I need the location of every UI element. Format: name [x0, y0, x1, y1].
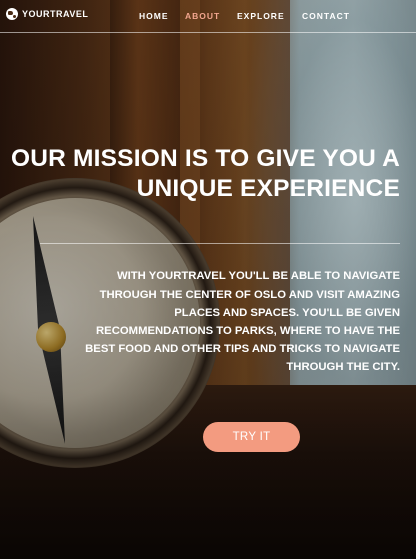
hero-title: OUR MISSION IS TO GIVE YOU A UNIQUE EXPE…: [10, 144, 400, 204]
hero-title-line: OUR MISSION IS TO GIVE YOU A: [10, 145, 400, 173]
body-text-segment: THROUGH THE CENTER OF OSLO AND VISIT AMA…: [99, 288, 400, 301]
divider: [40, 243, 400, 244]
body-text-segment: BEST FOOD AND OTHER TIPS AND TRICKS TO N…: [85, 343, 400, 356]
top-navigation: YOURTRAVEL HOME ABOUT EXPLORE CONTACT: [0, 0, 416, 33]
nav-link-home[interactable]: HOME: [139, 11, 169, 21]
mission-description: WITH YOURTRAVEL YOU'LL BE ABLE TO NAVIGA…: [55, 267, 400, 376]
nav-link-about[interactable]: ABOUT: [185, 11, 220, 21]
globe-icon: [6, 8, 18, 20]
brand-mention: YOURTRAVEL: [148, 270, 226, 283]
body-text-segment: YOU'LL BE ABLE TO NAVIGATE: [225, 270, 400, 283]
body-text-segment: THROUGH THE CITY.: [286, 361, 400, 374]
nav-link-contact[interactable]: CONTACT: [302, 11, 350, 21]
body-text-segment: WITH: [116, 270, 149, 283]
brand-logo[interactable]: YOURTRAVEL: [6, 8, 88, 20]
nav-link-explore[interactable]: EXPLORE: [237, 11, 285, 21]
body-text-segment: PLACES AND SPACES. YOU'LL BE GIVEN: [174, 306, 400, 319]
brand-name: YOURTRAVEL: [22, 9, 89, 19]
try-it-button[interactable]: TRY IT: [203, 422, 300, 452]
body-text-segment: RECOMMENDATIONS TO PARKS, WHERE TO HAVE …: [96, 324, 400, 337]
hero-title-line: UNIQUE EXPERIENCE: [136, 175, 400, 203]
